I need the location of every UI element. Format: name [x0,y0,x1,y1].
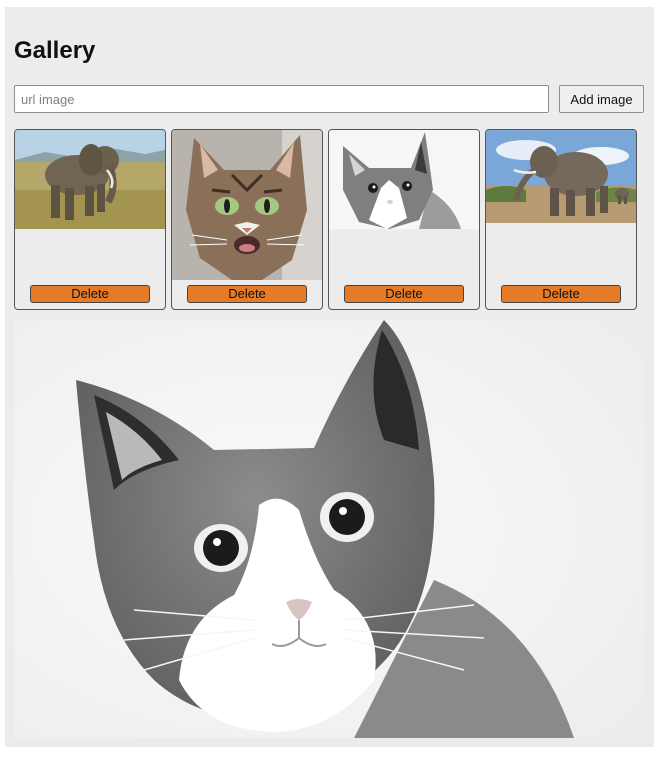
thumbnail-list: Delete Delete Delete Delete [14,129,644,310]
gallery-card[interactable]: Delete [171,129,323,310]
grey-cat-thumbnail[interactable] [329,130,479,229]
delete-button[interactable]: Delete [187,285,307,303]
gallery-card[interactable]: Delete [14,129,166,310]
url-image-input[interactable] [14,85,549,113]
elephant-walking-thumbnail[interactable] [486,130,636,223]
delete-button[interactable]: Delete [501,285,621,303]
gallery-app: Gallery Add image Delete [5,7,654,747]
grey-cat-large-image [14,320,644,738]
gallery-card[interactable]: Delete [485,129,637,310]
delete-button[interactable]: Delete [344,285,464,303]
elephant-thumbnail[interactable] [15,130,165,229]
add-image-button[interactable]: Add image [559,85,644,113]
tabby-cat-thumbnail[interactable] [172,130,322,280]
page-title: Gallery [14,37,96,64]
selected-image-preview [14,320,644,738]
delete-button[interactable]: Delete [30,285,150,303]
gallery-card[interactable]: Delete [328,129,480,310]
